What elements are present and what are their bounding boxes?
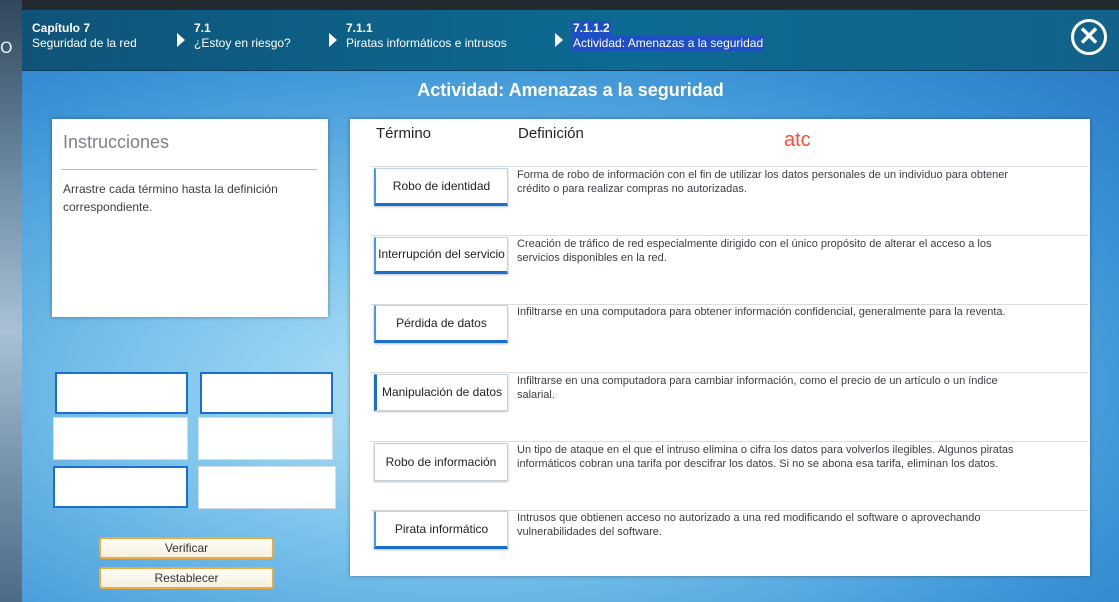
term-slot[interactable]	[200, 372, 333, 414]
crumb-section[interactable]: 7.1 ¿Estoy en riesgo?	[194, 21, 291, 51]
crumb-current-activity[interactable]: 7.1.1.2 Actividad: Amenazas a la segurid…	[572, 21, 765, 51]
verify-button[interactable]: Verificar	[99, 537, 274, 559]
term-slot[interactable]	[55, 372, 188, 414]
crumb-chapter-number: Capítulo 7	[32, 21, 91, 35]
breadcrumb-header: Capítulo 7 Seguridad de la red 7.1 ¿Esto…	[22, 10, 1119, 71]
crumb-separator-arrow	[177, 33, 185, 47]
instructions-divider	[61, 169, 317, 170]
desktop-background-strip: O	[0, 0, 22, 602]
definition-text: Intrusos que obtienen acceso no autoriza…	[517, 512, 981, 538]
row-divider	[370, 372, 1088, 373]
definition-text: Creación de tráfico de red especialmente…	[517, 238, 992, 264]
row-divider	[370, 235, 1088, 236]
definition-text: Infiltrarse en una computadora para camb…	[517, 375, 998, 401]
row-divider	[370, 166, 1088, 167]
term-slot[interactable]	[53, 417, 188, 460]
crumb-subsection[interactable]: 7.1.1 Piratas informáticos e intrusos	[346, 21, 507, 51]
crumb-activity-number: 7.1.1.2	[572, 21, 611, 36]
term-slot[interactable]	[198, 466, 336, 509]
annotation-text: atc	[784, 129, 811, 151]
term-card-information-theft[interactable]: Robo de información	[374, 443, 508, 481]
term-card-data-loss[interactable]: Pérdida de datos	[374, 305, 508, 343]
background-letter: O	[0, 38, 13, 57]
crumb-separator-arrow	[329, 33, 337, 47]
definition-text: Forma de robo de información con el fin …	[517, 169, 1009, 195]
definition-text: Infiltrarse en una computadora para obte…	[517, 306, 1006, 318]
term-slot[interactable]	[53, 466, 188, 508]
crumb-section-label: ¿Estoy en riesgo?	[194, 36, 291, 50]
definition-text: Un tipo de ataque en el que el intruso e…	[517, 444, 1014, 470]
term-card-hacker[interactable]: Pirata informático	[374, 511, 508, 549]
reset-button[interactable]: Restablecer	[99, 567, 274, 589]
instructions-title: Instrucciones	[63, 132, 170, 152]
term-slot[interactable]	[198, 417, 333, 460]
definition-column-header: Definición	[518, 125, 584, 142]
close-icon[interactable]: ✕	[1071, 19, 1107, 55]
instructions-panel: Instrucciones Arrastre cada término hast…	[52, 119, 328, 317]
window-top-edge	[0, 0, 1119, 10]
crumb-chapter[interactable]: Capítulo 7 Seguridad de la red	[32, 21, 137, 51]
crumb-subsection-label: Piratas informáticos e intrusos	[346, 36, 507, 50]
crumb-separator-arrow	[555, 33, 563, 47]
term-column-header: Término	[376, 125, 432, 142]
activity-title: Actividad: Amenazas a la seguridad	[417, 80, 724, 100]
instructions-text: Arrastre cada término hasta la definició…	[63, 182, 278, 214]
term-card-service-disruption[interactable]: Interrupción del servicio	[374, 237, 508, 274]
crumb-subsection-number: 7.1.1	[346, 21, 373, 35]
crumb-activity-label: Actividad: Amenazas a la seguridad	[572, 36, 765, 51]
activity-area: Actividad: Amenazas a la seguridad Instr…	[22, 71, 1119, 602]
matching-table: Término Definición atc Robo de identidad…	[350, 119, 1090, 576]
term-card-identity-theft[interactable]: Robo de identidad	[374, 168, 508, 206]
crumb-chapter-label: Seguridad de la red	[32, 36, 137, 50]
row-divider	[370, 441, 1088, 442]
crumb-section-number: 7.1	[194, 21, 211, 35]
term-card-data-manipulation[interactable]: Manipulación de datos	[374, 374, 508, 411]
